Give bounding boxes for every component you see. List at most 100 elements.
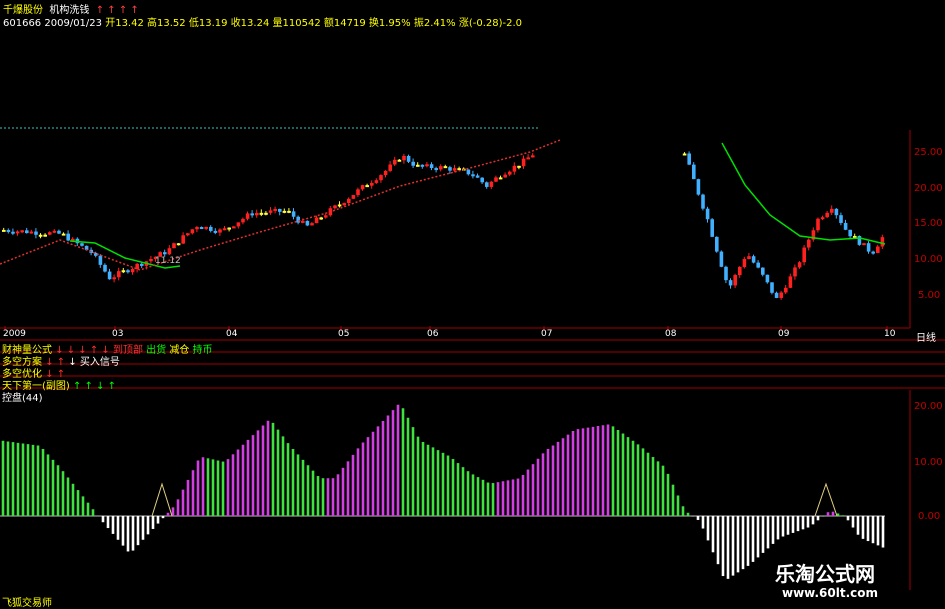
sub-chart-title: 控盘(44): [2, 393, 43, 404]
candle-body: [342, 203, 346, 206]
candle-body: [236, 222, 241, 227]
candle-body: [429, 164, 434, 169]
candle-body: [218, 229, 222, 233]
candle-body: [241, 218, 245, 223]
candle-body: [751, 256, 756, 263]
y-tick-15: 15.00: [914, 218, 943, 229]
candle-body: [388, 164, 392, 171]
candle-body: [181, 235, 185, 244]
candle-body: [195, 227, 199, 230]
candle-body: [365, 185, 369, 188]
candle-body: [728, 280, 733, 286]
low-price: 低13.19: [188, 18, 228, 29]
sub-y-tick-0: 0.00: [918, 511, 941, 522]
header-line-2: 601666 2009/01/23 开13.42 高13.52 低13.19 收…: [3, 14, 522, 29]
candle-body: [370, 182, 374, 186]
candlestick-series: [2, 151, 885, 300]
candle-body: [770, 282, 774, 293]
candle-body: [765, 274, 770, 283]
overlay-lines: [0, 139, 886, 271]
candle-body: [475, 175, 480, 178]
candle-body: [48, 232, 52, 235]
candle-body: [360, 185, 365, 190]
sub-peak-marker: [151, 482, 173, 517]
candle-body: [471, 174, 475, 177]
x-tick-08: 08: [665, 329, 677, 339]
candle-body: [250, 213, 254, 216]
candle-body: [393, 159, 397, 165]
candle-body: [825, 212, 829, 218]
turnover: 换1.95%: [368, 18, 411, 29]
candle-body: [494, 177, 498, 182]
candle-body: [692, 164, 696, 180]
candle-body: [420, 164, 425, 167]
candle-body: [876, 246, 880, 253]
candle-body: [121, 270, 126, 273]
candle-body: [259, 212, 264, 215]
software-name: 飞狐交易师: [2, 598, 52, 609]
signal-tag-sell: 出货: [146, 345, 167, 356]
x-tick-04: 04: [226, 329, 238, 339]
candle-body: [20, 230, 24, 233]
candle-body: [172, 243, 176, 249]
candle-body: [38, 234, 43, 237]
candle-body: [512, 165, 517, 172]
candle-body: [310, 223, 314, 226]
candle-body: [11, 231, 15, 234]
candle-body: [687, 153, 691, 165]
candle-body: [301, 220, 305, 223]
candle-body: [517, 165, 521, 168]
candle-body: [222, 228, 227, 231]
candle-body: [199, 227, 204, 230]
candle-body: [186, 233, 190, 236]
y-tick-25: 25.00: [914, 147, 943, 158]
signal-row-arrows: ↑ ↑ ↓ ↑: [73, 381, 117, 392]
candle-body: [397, 159, 402, 162]
candle-body: [719, 251, 724, 267]
candle-body: [411, 161, 415, 166]
candle-body: [268, 210, 273, 213]
open-price: 开13.42: [105, 18, 144, 29]
candle-body: [140, 263, 144, 266]
stock-code: 601666: [3, 18, 42, 29]
candle-body: [526, 157, 530, 160]
watermark-url: www.60lt.com: [782, 586, 879, 600]
sub-chart-bars: [1, 404, 885, 579]
candle-body: [784, 287, 788, 293]
candle-body: [213, 230, 218, 233]
x-tick-10: 10: [884, 329, 896, 339]
x-tick-09: 09: [778, 329, 790, 339]
candle-body: [830, 208, 834, 213]
candle-body: [696, 179, 701, 195]
candle-body: [434, 168, 438, 171]
candle-body: [273, 208, 277, 211]
candle-body: [15, 231, 20, 234]
candle-body: [747, 256, 751, 260]
candle-body: [866, 243, 871, 252]
candle-body: [871, 251, 875, 254]
candle-body: [209, 226, 213, 231]
candle-body: [2, 229, 6, 232]
candle-body: [705, 208, 710, 220]
candle-body: [807, 239, 811, 248]
candle-body: [498, 177, 503, 180]
sub-y-tick-10: 10.00: [914, 457, 943, 468]
candle-body: [406, 155, 411, 162]
candle-body: [374, 180, 379, 183]
period-label[interactable]: 日线: [916, 329, 936, 344]
candle-body: [112, 277, 116, 280]
candle-body: [25, 230, 29, 234]
candle-body: [204, 226, 208, 229]
candle-body: [66, 233, 70, 241]
candle-body: [733, 275, 737, 286]
candle-body: [163, 252, 167, 255]
candle-body: [843, 222, 848, 230]
y-tick-5: 5.00: [918, 290, 941, 301]
candle-body: [190, 229, 195, 234]
candle-body: [710, 219, 714, 237]
y-tick-10: 10.00: [914, 254, 943, 265]
candle-body: [305, 220, 310, 226]
volume: 量110542: [272, 18, 321, 29]
signal-tag-buy: ↓ 买入信号: [68, 357, 120, 368]
candle-body: [682, 153, 687, 156]
